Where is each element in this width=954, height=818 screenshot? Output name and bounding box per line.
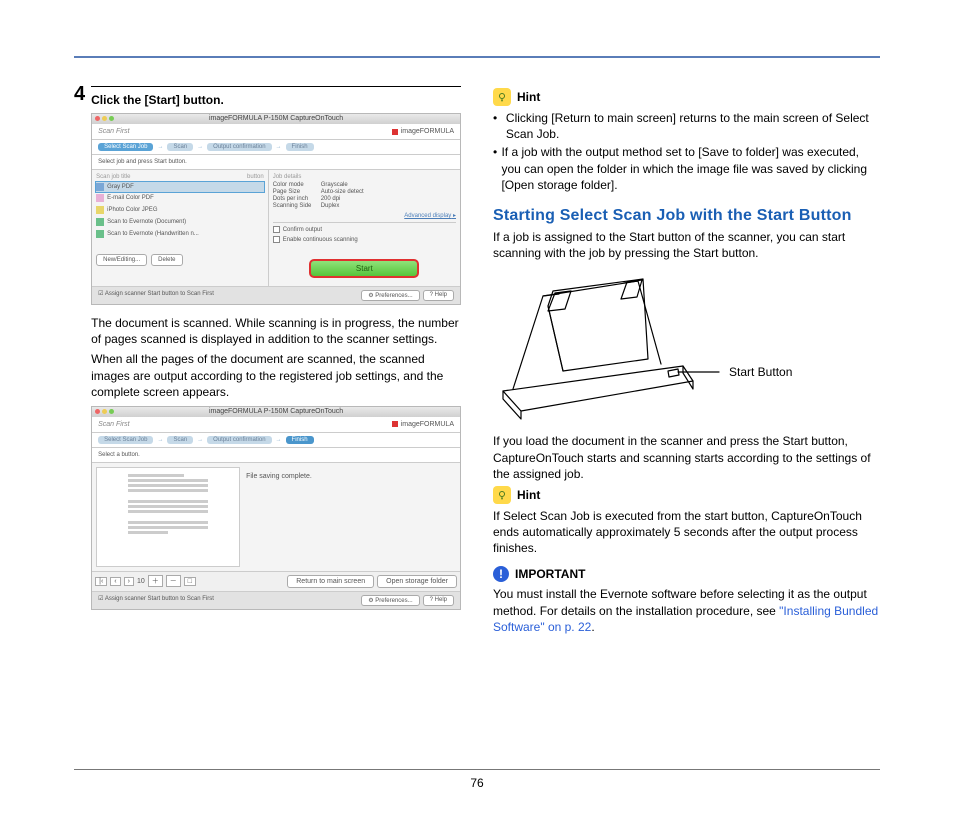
open-storage-button: Open storage folder: [377, 575, 457, 588]
instruction-bar: Select job and press Start button.: [92, 155, 460, 170]
step-select-scan-job: Select Scan Job: [98, 143, 153, 151]
brand-label: imageFORMULA: [401, 128, 454, 135]
page-number: 76: [470, 776, 483, 790]
top-rule: [74, 56, 880, 58]
delete-button: Delete: [151, 254, 182, 266]
step-number: 4: [74, 84, 85, 104]
email-icon: [96, 194, 104, 202]
important-icon: !: [493, 566, 509, 582]
close-icon: [95, 116, 100, 121]
fit-icon: □: [184, 577, 196, 586]
brand-icon: [392, 421, 398, 427]
body-text: When all the pages of the document are s…: [91, 351, 461, 400]
joblist-header-name: Scan job title: [96, 174, 130, 180]
arrow-icon: →: [197, 437, 203, 443]
step-finish: Finish: [286, 143, 314, 151]
arrow-icon: →: [276, 437, 282, 443]
preferences-button: ⚙ Preferences...: [361, 290, 419, 301]
step-select-scan-job: Select Scan Job: [98, 436, 153, 444]
step-title: Click the [Start] button.: [91, 93, 461, 107]
advanced-link: Advanced display ▸: [273, 212, 456, 219]
next-page-icon: ›: [124, 577, 134, 586]
hint-icon: [493, 88, 511, 106]
window-title: imageFORMULA P-150M CaptureOnTouch: [209, 115, 343, 122]
arrow-icon: →: [157, 437, 163, 443]
job-item: Scan to Evernote (Document): [96, 216, 264, 228]
joblist-header-button: button: [247, 174, 264, 180]
page-footer: 76: [74, 769, 880, 790]
step-finish: Finish: [286, 436, 314, 444]
zoom-icon: [109, 409, 114, 414]
start-button-label: Start Button: [729, 365, 792, 379]
important-text: You must install the Evernote software b…: [493, 586, 880, 635]
zoom-icon: [109, 116, 114, 121]
window-title: imageFORMULA P-150M CaptureOnTouch: [209, 408, 343, 415]
close-icon: [95, 409, 100, 414]
step-rule: [91, 86, 461, 87]
checkbox-icon: [273, 236, 280, 243]
app-name: Scan First: [98, 128, 130, 135]
footer-assign-label: Assign scanner Start button to Scan Firs…: [105, 596, 214, 602]
evernote-icon: [96, 230, 104, 238]
arrow-icon: →: [276, 144, 282, 150]
screenshot-select-scan-job: imageFORMULA P-150M CaptureOnTouch Scan …: [91, 113, 461, 305]
new-edit-button: New/Editing...: [96, 254, 147, 266]
instruction-bar: Select a button.: [92, 448, 460, 463]
document-icon: [96, 183, 104, 191]
brand-label: imageFORMULA: [401, 421, 454, 428]
important-heading: IMPORTANT: [515, 567, 585, 581]
help-button: ? Help: [423, 595, 454, 606]
step-scan: Scan: [167, 436, 193, 444]
step-output-confirm: Output confirmation: [207, 143, 271, 151]
hint-heading: Hint: [517, 90, 540, 104]
minimize-icon: [102, 409, 107, 414]
return-main-button: Return to main screen: [287, 575, 374, 588]
preferences-button: ⚙ Preferences...: [361, 595, 419, 606]
hint-text: If Select Scan Job is executed from the …: [493, 508, 880, 557]
body-text: If you load the document in the scanner …: [493, 433, 880, 482]
first-page-icon: |‹: [95, 577, 107, 586]
job-item: Scan to Evernote (Handwritten n...: [96, 228, 264, 240]
arrow-icon: →: [197, 144, 203, 150]
screenshot-complete-screen: imageFORMULA P-150M CaptureOnTouch Scan …: [91, 406, 461, 610]
footer-assign-label: Assign scanner Start button to Scan Firs…: [105, 291, 214, 297]
job-item: E-mail Color PDF: [96, 192, 264, 204]
help-button: ? Help: [423, 290, 454, 301]
hint-bullet: Clicking [Return to main screen] returns…: [506, 110, 880, 142]
details-heading: Job details: [273, 174, 456, 180]
photo-icon: [96, 206, 104, 214]
brand-icon: [392, 129, 398, 135]
hint-heading: Hint: [517, 488, 540, 502]
scanner-illustration: Start Button: [493, 271, 880, 421]
body-text: If a job is assigned to the Start button…: [493, 229, 880, 261]
hint-bullet: If a job with the output method set to […: [501, 144, 880, 193]
right-column: Hint •Clicking [Return to main screen] r…: [493, 86, 880, 639]
arrow-icon: →: [157, 144, 163, 150]
checkbox-icon: [273, 226, 280, 233]
zoom-in-icon: ＋: [148, 575, 163, 587]
page-counter: 10: [137, 578, 145, 585]
evernote-icon: [96, 218, 104, 226]
step-output-confirm: Output confirmation: [207, 436, 271, 444]
start-button-highlighted: Start: [309, 259, 419, 278]
job-item: iPhoto Color JPEG: [96, 204, 264, 216]
step-scan: Scan: [167, 143, 193, 151]
save-complete-message: File saving complete.: [246, 473, 450, 480]
zoom-out-icon: －: [166, 575, 181, 587]
document-thumbnail: [96, 467, 240, 567]
prev-page-icon: ‹: [110, 577, 120, 586]
minimize-icon: [102, 116, 107, 121]
left-column: 4 Click the [Start] button. imageFORMULA…: [74, 86, 461, 639]
hint-icon: [493, 486, 511, 504]
body-text: The document is scanned. While scanning …: [91, 315, 461, 347]
app-name: Scan First: [98, 421, 130, 428]
section-heading: Starting Select Scan Job with the Start …: [493, 207, 880, 225]
